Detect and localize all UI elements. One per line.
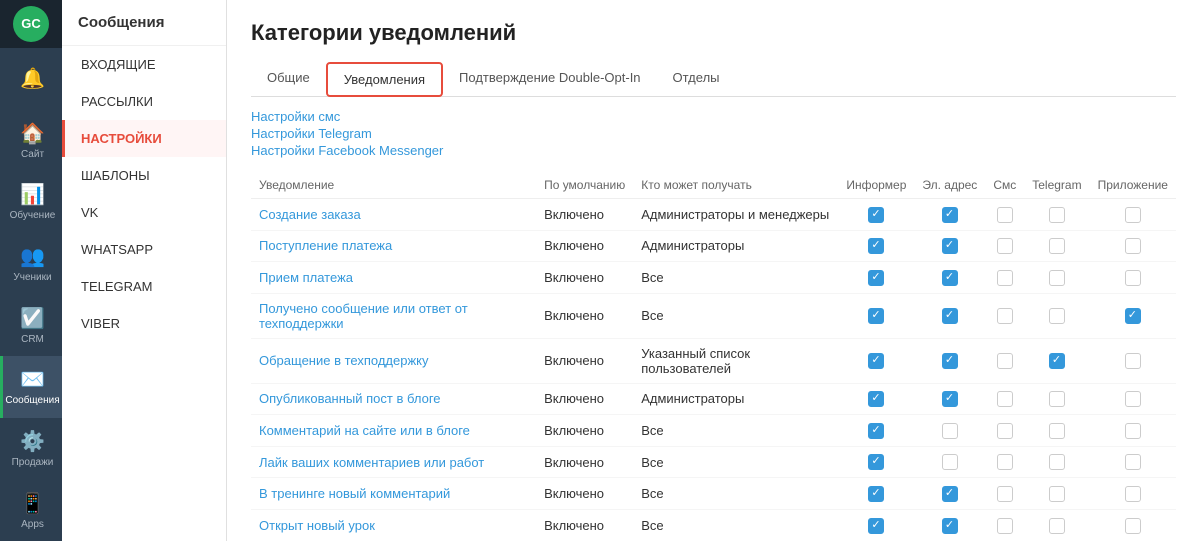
- phone-icon: 📱: [20, 491, 45, 516]
- main-content: Категории уведомлений Общие Уведомления …: [227, 0, 1200, 541]
- chart-icon: 📊: [20, 182, 45, 207]
- sidebar-item-settings[interactable]: НАСТРОЙКИ: [62, 120, 226, 157]
- col-who-receives: Кто может получать: [633, 172, 838, 199]
- nav-learning[interactable]: 📊 Обучение: [0, 171, 62, 233]
- notification-link[interactable]: Прием платежа: [259, 270, 353, 285]
- default-cell: Включено: [536, 478, 633, 510]
- nav-sound[interactable]: 🔔: [0, 48, 62, 110]
- notification-link[interactable]: Поступление платежа: [259, 238, 392, 253]
- page-title: Категории уведомлений: [251, 20, 1176, 46]
- nav-site[interactable]: 🏠 Сайт: [0, 109, 62, 171]
- col-default: По умолчанию: [536, 172, 633, 199]
- col-notification: Уведомление: [251, 172, 536, 199]
- gear-icon: ⚙️: [20, 429, 45, 454]
- nav-crm-label: CRM: [21, 334, 44, 345]
- notifications-table: Уведомление По умолчанию Кто может получ…: [251, 172, 1176, 541]
- who-receives-cell: Администраторы: [633, 383, 838, 415]
- who-receives-cell: Все: [633, 446, 838, 478]
- who-receives-cell: Все: [633, 262, 838, 294]
- default-cell: Включено: [536, 383, 633, 415]
- sidebar-item-whatsapp[interactable]: WHATSAPP: [62, 231, 226, 268]
- table-row: Обращение в техподдержку ВключеноУказанны…: [251, 338, 1176, 383]
- table-row: Лайк ваших комментариев или работ Включен…: [251, 446, 1176, 478]
- default-cell: Включено: [536, 293, 633, 338]
- sidebar-item-telegram[interactable]: TELEGRAM: [62, 268, 226, 305]
- table-row: Комментарий на сайте или в блоге Включено…: [251, 415, 1176, 447]
- nav-apps-label: Apps: [21, 519, 44, 530]
- table-row: Опубликованный пост в блоге ВключеноАдмин…: [251, 383, 1176, 415]
- check-icon: ☑️: [20, 306, 45, 331]
- sidebar-item-mailings[interactable]: РАССЫЛКИ: [62, 83, 226, 120]
- default-cell: Включено: [536, 446, 633, 478]
- who-receives-cell: Все: [633, 293, 838, 338]
- who-receives-cell: Указанный список пользователей: [633, 338, 838, 383]
- sidebar-item-vk[interactable]: VK: [62, 194, 226, 231]
- notification-link[interactable]: Создание заказа: [259, 207, 361, 222]
- tab-double-opt-in[interactable]: Подтверждение Double-Opt-In: [443, 62, 657, 97]
- telegram-settings-link[interactable]: Настройки Telegram: [251, 126, 1176, 141]
- table-row: Создание заказа ВключеноАдминистраторы и …: [251, 199, 1176, 231]
- notification-link[interactable]: Получено сообщение или ответ от техподде…: [259, 301, 468, 331]
- table-row: Получено сообщение или ответ от техподде…: [251, 293, 1176, 338]
- settings-links: Настройки смс Настройки Telegram Настрой…: [251, 109, 1176, 158]
- home-icon: 🏠: [20, 121, 45, 146]
- nav-students[interactable]: 👥 Ученики: [0, 233, 62, 295]
- default-cell: Включено: [536, 338, 633, 383]
- nav-messages-label: Сообщения: [5, 395, 59, 406]
- nav-site-label: Сайт: [21, 149, 44, 160]
- icon-navigation-bar: GC 🔔 🏠 Сайт 📊 Обучение 👥 Ученики ☑️ CRM …: [0, 0, 62, 541]
- tab-departments[interactable]: Отделы: [657, 62, 736, 97]
- logo-container: GC: [0, 0, 62, 48]
- col-telegram: Telegram: [1024, 172, 1089, 199]
- nav-students-label: Ученики: [13, 272, 51, 283]
- who-receives-cell: Все: [633, 509, 838, 541]
- default-cell: Включено: [536, 509, 633, 541]
- col-email: Эл. адрес: [914, 172, 985, 199]
- tab-general[interactable]: Общие: [251, 62, 326, 97]
- nav-sales-label: Продажи: [12, 457, 54, 468]
- who-receives-cell: Администраторы и менеджеры: [633, 199, 838, 231]
- nav-sales[interactable]: ⚙️ Продажи: [0, 418, 62, 480]
- notification-link[interactable]: Комментарий на сайте или в блоге: [259, 423, 470, 438]
- col-informer: Информер: [838, 172, 914, 199]
- nav-learning-label: Обучение: [10, 210, 56, 221]
- col-sms: Смс: [985, 172, 1024, 199]
- tab-notifications[interactable]: Уведомления: [326, 62, 443, 97]
- table-row: Открыт новый урок ВключеноВсе: [251, 509, 1176, 541]
- table-row: Прием платежа ВключеноВсе: [251, 262, 1176, 294]
- tabs-container: Общие Уведомления Подтверждение Double-O…: [251, 62, 1176, 97]
- notification-link[interactable]: Опубликованный пост в блоге: [259, 391, 441, 406]
- nav-messages[interactable]: ✉️ Сообщения: [0, 356, 62, 418]
- sms-settings-link[interactable]: Настройки смс: [251, 109, 1176, 124]
- sidebar-item-viber[interactable]: VIBER: [62, 305, 226, 342]
- nav-crm[interactable]: ☑️ CRM: [0, 294, 62, 356]
- default-cell: Включено: [536, 415, 633, 447]
- who-receives-cell: Все: [633, 478, 838, 510]
- who-receives-cell: Все: [633, 415, 838, 447]
- who-receives-cell: Администраторы: [633, 230, 838, 262]
- default-cell: Включено: [536, 230, 633, 262]
- notification-link[interactable]: Обращение в техподдержку: [259, 353, 429, 368]
- fb-settings-link[interactable]: Настройки Facebook Messenger: [251, 143, 1176, 158]
- mail-icon: ✉️: [20, 367, 45, 392]
- sidebar-item-incoming[interactable]: ВХОДЯЩИЕ: [62, 46, 226, 83]
- table-row: В тренинге новый комментарий ВключеноВсе: [251, 478, 1176, 510]
- notification-link[interactable]: Лайк ваших комментариев или работ: [259, 455, 484, 470]
- col-app: Приложение: [1090, 172, 1176, 199]
- notification-link[interactable]: В тренинге новый комментарий: [259, 486, 450, 501]
- default-cell: Включено: [536, 199, 633, 231]
- sidebar: Сообщения ВХОДЯЩИЕ РАССЫЛКИ НАСТРОЙКИ ША…: [62, 0, 227, 541]
- sidebar-item-templates[interactable]: ШАБЛОНЫ: [62, 157, 226, 194]
- sound-icon: 🔔: [20, 66, 45, 91]
- table-row: Поступление платежа ВключеноАдминистратор…: [251, 230, 1176, 262]
- gc-logo: GC: [13, 6, 49, 42]
- nav-apps[interactable]: 📱 Apps: [0, 479, 62, 541]
- users-icon: 👥: [20, 244, 45, 269]
- default-cell: Включено: [536, 262, 633, 294]
- notification-link[interactable]: Открыт новый урок: [259, 518, 375, 533]
- sidebar-title: Сообщения: [62, 0, 226, 46]
